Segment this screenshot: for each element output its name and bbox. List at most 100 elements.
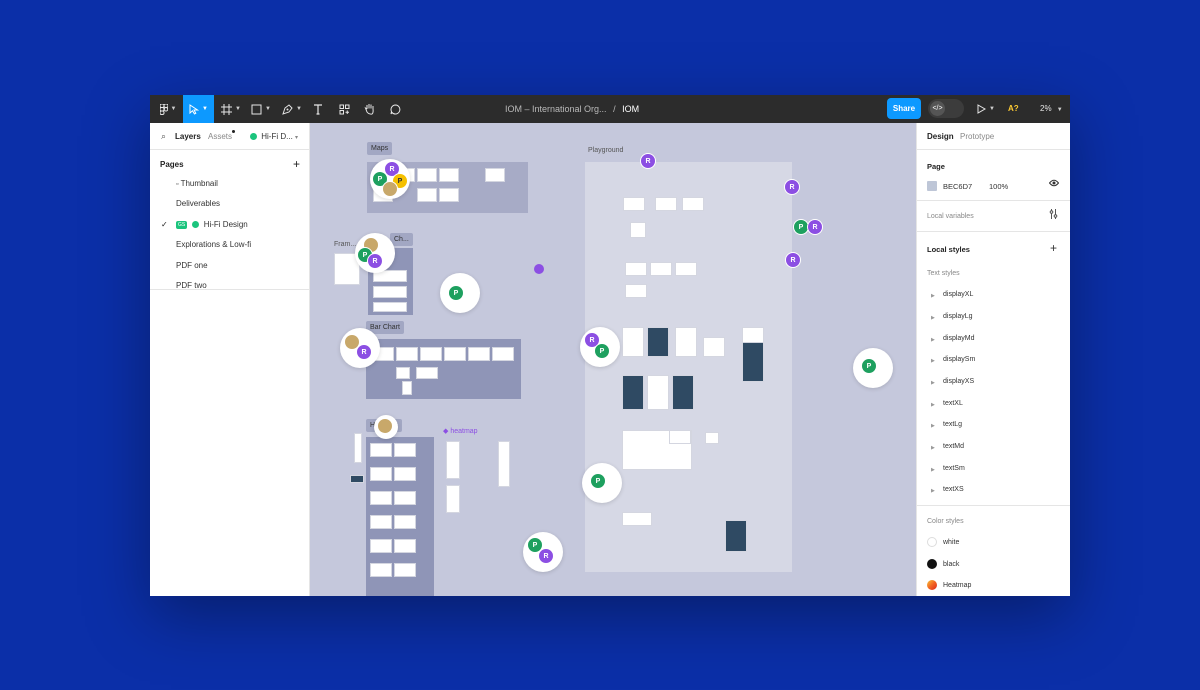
page-color-swatch[interactable] (927, 181, 937, 191)
tab-assets[interactable]: Assets (208, 132, 232, 141)
frame-thumbnail[interactable] (394, 491, 416, 505)
frame-thumbnail[interactable] (402, 381, 412, 395)
frame-thumbnail[interactable] (622, 327, 644, 357)
frame-thumbnail[interactable] (396, 367, 410, 379)
add-style-button[interactable]: + (1050, 241, 1057, 255)
frame-thumbnail[interactable] (394, 563, 416, 577)
tab-layers[interactable]: Layers (175, 132, 201, 141)
page-item-pdf-one[interactable]: PDF one (176, 261, 208, 270)
local-variables-label[interactable]: Local variables (927, 213, 974, 220)
eye-icon[interactable] (1048, 179, 1060, 189)
frame-heatmaps[interactable] (366, 437, 434, 596)
present-button[interactable]: ▼ (973, 95, 999, 123)
frame-thumbnail[interactable] (675, 327, 697, 357)
frame-thumbnail[interactable] (705, 432, 719, 444)
frame-label-frame[interactable]: Fram... (334, 241, 356, 248)
frame-thumbnail[interactable] (394, 467, 416, 481)
collaborator-bubble[interactable]: P R (523, 532, 563, 572)
text-style-item[interactable]: displayXL (943, 291, 973, 298)
collaborator-bubble[interactable]: P (853, 348, 893, 388)
frame-thumbnail[interactable] (446, 485, 460, 513)
frame-thumbnail[interactable] (622, 375, 644, 410)
component-label-heatmap[interactable]: ◆ heatmap (443, 427, 478, 435)
frame-thumbnail[interactable] (370, 443, 392, 457)
frame-thumbnail[interactable] (672, 375, 694, 410)
hand-tool-button[interactable] (358, 95, 380, 123)
frame-thumbnail[interactable] (650, 262, 672, 276)
collaborator-bubble[interactable]: P (440, 273, 480, 313)
collaborator-bubble[interactable]: R P (580, 327, 620, 367)
main-menu-button[interactable]: ▼ (154, 95, 182, 123)
frame-thumbnail[interactable] (370, 515, 392, 529)
frame-thumbnail[interactable] (625, 284, 647, 298)
frame-thumbnail[interactable] (675, 262, 697, 276)
pen-tool-button[interactable]: ▼ (278, 95, 306, 123)
frame-playground[interactable] (585, 162, 792, 572)
canvas[interactable]: Maps Playground Fram... Ch... Bar Chart … (310, 123, 916, 596)
avatar[interactable]: R (807, 219, 823, 235)
text-style-item[interactable]: textSm (943, 465, 965, 472)
page-item-thumbnail[interactable]: ▫ Thumbnail (176, 179, 218, 188)
frame-label-playground[interactable]: Playground (588, 147, 623, 154)
frame-thumbnail[interactable] (485, 168, 505, 182)
shape-tool-button[interactable]: ▼ (247, 95, 275, 123)
frame-thumbnail[interactable] (420, 347, 442, 361)
zoom-control[interactable]: 2% ▼ (1040, 95, 1063, 123)
frame-thumbnail[interactable] (682, 197, 704, 211)
sliders-icon[interactable] (1049, 209, 1058, 221)
frame-thumbnail[interactable] (444, 347, 466, 361)
frame-thumbnail[interactable] (492, 347, 514, 361)
comment-tool-button[interactable] (384, 95, 406, 123)
frame-thumbnail[interactable] (647, 327, 669, 357)
frame-thumbnail[interactable] (394, 515, 416, 529)
frame-thumbnail[interactable] (417, 188, 437, 202)
frame-thumbnail[interactable] (625, 262, 647, 276)
avatar[interactable]: R (784, 179, 800, 195)
frame-thumbnail[interactable] (669, 430, 691, 444)
frame-thumbnail[interactable] (703, 337, 725, 357)
search-icon[interactable]: ⌕ (161, 131, 166, 142)
tab-prototype[interactable]: Prototype (960, 132, 994, 141)
frame-tool-button[interactable]: ▼ (217, 95, 245, 123)
collaborator-bubble[interactable]: R P P (370, 159, 410, 199)
frame-thumbnail[interactable] (742, 342, 764, 382)
frame-thumbnail[interactable] (498, 441, 510, 487)
file-name[interactable]: IOM (622, 104, 639, 114)
dev-mode-toggle[interactable]: </> (928, 99, 964, 118)
frame-thumbnail[interactable] (439, 188, 459, 202)
text-style-item[interactable]: textXL (943, 400, 963, 407)
collaborator-bubble[interactable] (374, 415, 398, 439)
frame-label-chart[interactable]: Ch... (390, 233, 413, 246)
page-item-hi-fi-design[interactable]: GS Hi-Fi Design (176, 220, 248, 229)
share-button[interactable]: Share (887, 98, 921, 119)
text-tool-button[interactable] (307, 95, 329, 123)
frame-thumbnail[interactable] (394, 539, 416, 553)
project-name[interactable]: IOM – International Org... (505, 104, 607, 114)
collaborator-bubble[interactable]: P (582, 463, 622, 503)
page-item-deliverables[interactable]: Deliverables (176, 199, 220, 208)
accessibility-check-button[interactable]: A? (1008, 95, 1019, 123)
resources-button[interactable] (333, 95, 355, 123)
frame-thumbnail[interactable] (394, 443, 416, 457)
tab-design[interactable]: Design (927, 132, 954, 141)
text-style-item[interactable]: textXS (943, 486, 964, 493)
page-color-hex[interactable]: BEC6D7 (943, 182, 972, 191)
frame-thumbnail[interactable] (370, 539, 392, 553)
frame-thumbnail[interactable] (725, 520, 747, 552)
frame-thumbnail[interactable] (373, 302, 407, 312)
frame-bar-chart[interactable] (366, 339, 521, 399)
frame-thumbnail[interactable] (350, 475, 364, 483)
frame-thumbnail[interactable] (647, 375, 669, 410)
frame-thumbnail[interactable] (373, 286, 407, 298)
text-style-item[interactable]: displayMd (943, 335, 975, 342)
page-color-opacity[interactable]: 100% (989, 182, 1008, 191)
frame-thumbnail[interactable] (439, 168, 459, 182)
frame-thumbnail[interactable] (370, 491, 392, 505)
page-selector[interactable]: Hi-Fi D... ▾ (250, 132, 298, 141)
frame-thumbnail[interactable] (623, 197, 645, 211)
color-style-item[interactable]: black (943, 561, 959, 568)
collaborator-bubble[interactable]: P R (355, 233, 395, 273)
avatar[interactable]: R (785, 252, 801, 268)
color-style-item[interactable]: white (943, 539, 959, 546)
frame-thumbnail[interactable] (468, 347, 490, 361)
